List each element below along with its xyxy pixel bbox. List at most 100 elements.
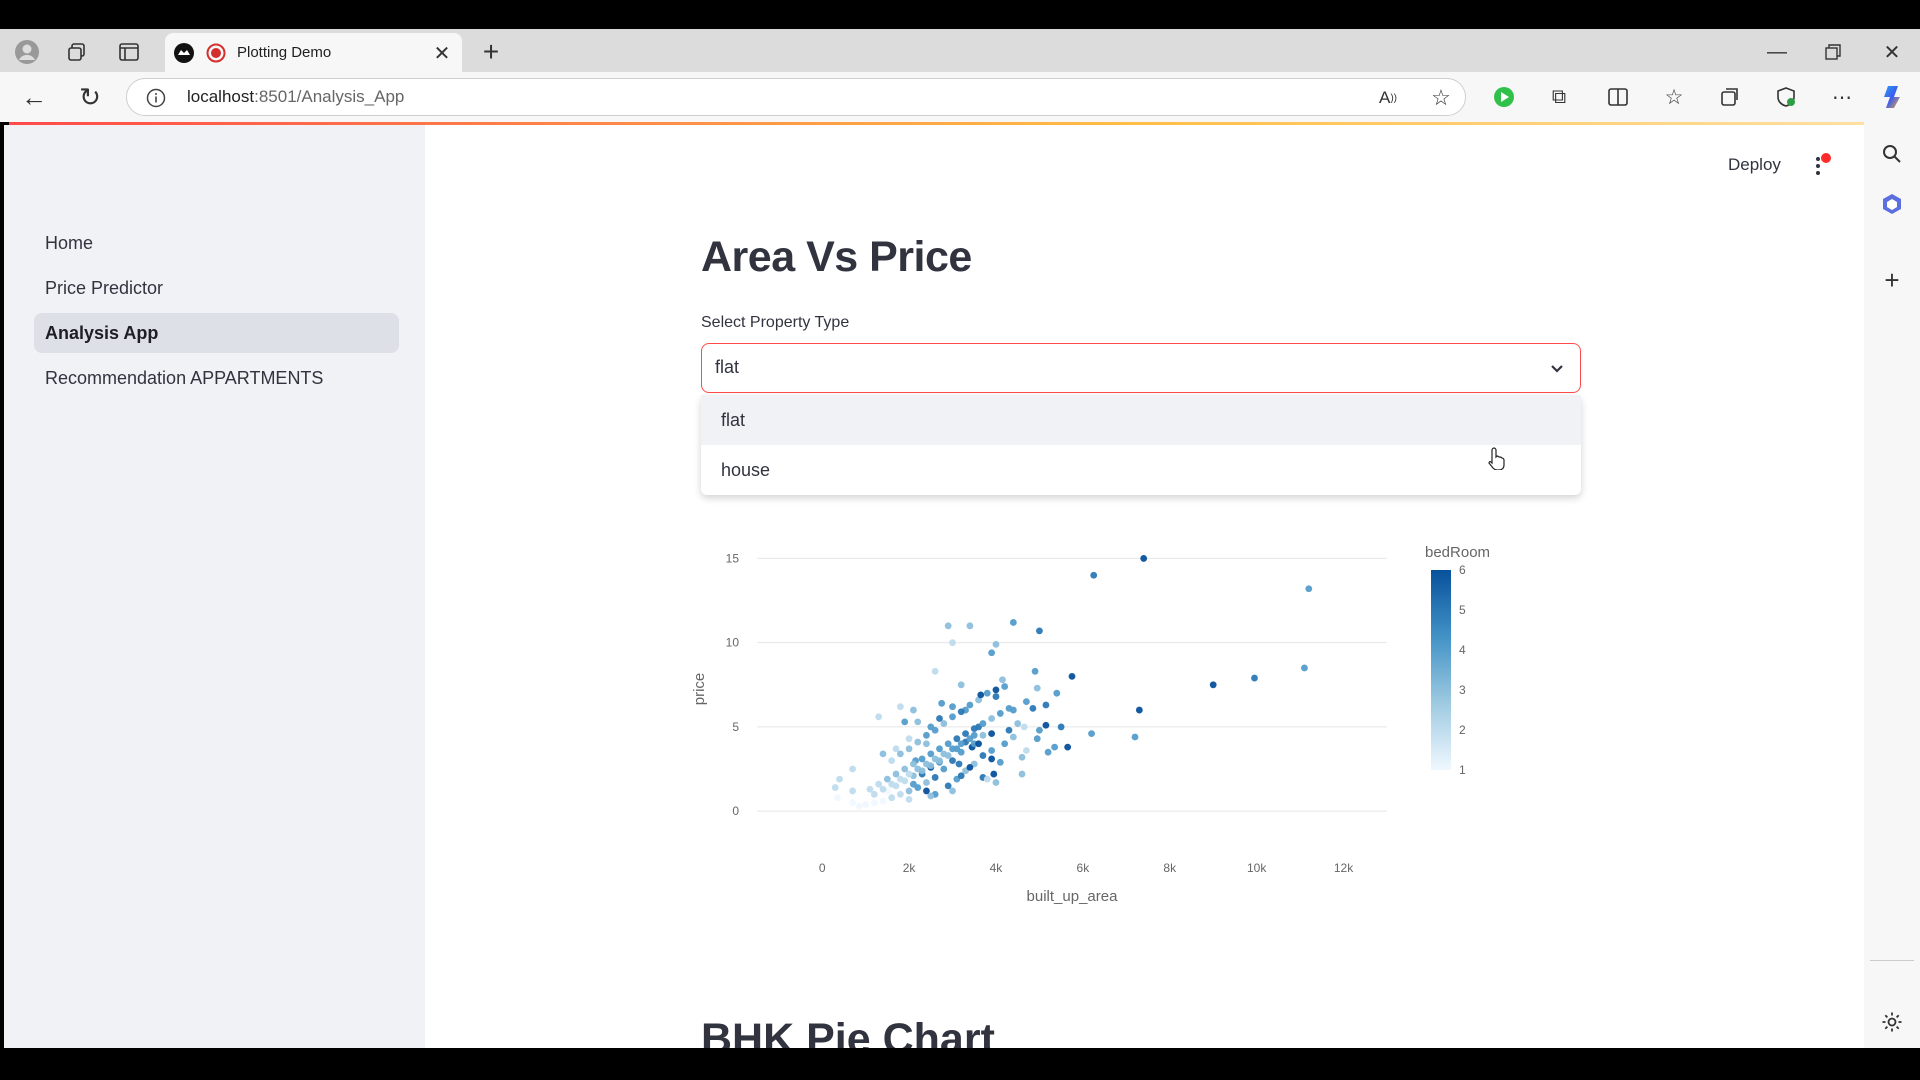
data-point (977, 691, 985, 699)
data-point (870, 790, 878, 798)
data-point (910, 780, 917, 788)
colorbar (1431, 570, 1451, 770)
favorite-star-icon[interactable]: ☆ (1428, 85, 1454, 111)
tab-plotting-demo[interactable]: Plotting Demo ✕ (165, 33, 462, 72)
data-point (990, 770, 998, 778)
add-icon[interactable]: + (1876, 264, 1908, 296)
data-point (975, 740, 982, 748)
close-tab-icon[interactable]: ✕ (432, 43, 452, 65)
data-point (1001, 740, 1009, 748)
data-point (983, 775, 991, 783)
back-icon[interactable]: ← (18, 82, 50, 112)
browser-essentials-icon[interactable] (1772, 83, 1800, 111)
scatter-plot-svg[interactable]: 0510150 2k 4k 6k 8k 10k 12kbuilt_up_areaprice … (687, 530, 1587, 990)
data-point (988, 715, 996, 722)
data-point (836, 775, 843, 783)
colorbar-title: bedRoom (1425, 544, 1490, 561)
chevron-down-icon[interactable] (1546, 357, 1568, 379)
data-point (896, 750, 904, 758)
data-point (888, 757, 896, 765)
data-point (1018, 753, 1026, 761)
select-dropdown-menu: flat house (701, 395, 1581, 495)
profile-icon[interactable] (12, 37, 42, 67)
collections-icon[interactable] (1716, 83, 1744, 111)
y-axis-label: price (691, 673, 708, 706)
data-point (966, 622, 974, 630)
restore-icon[interactable] (1818, 37, 1848, 67)
workspaces-icon[interactable] (62, 37, 92, 67)
minimize-icon[interactable]: — (1762, 37, 1792, 67)
search-icon[interactable] (1876, 138, 1908, 170)
data-point (931, 667, 939, 675)
sidebar-item-analysis-app[interactable]: Analysis App (34, 313, 399, 353)
data-point (901, 718, 909, 726)
main-content: Deploy Area Vs Price Select Property Typ… (425, 125, 1864, 1048)
sidebar-item-price-predictor[interactable]: Price Predictor (34, 268, 399, 308)
data-point (979, 731, 987, 739)
sidebar-item-recommendation[interactable]: Recommendation APPARTMENTS (34, 358, 399, 398)
data-point (849, 799, 856, 807)
data-point (1022, 698, 1030, 706)
data-point (992, 640, 1000, 648)
data-point (1301, 664, 1308, 672)
sidebar-item-home[interactable]: Home (34, 223, 399, 263)
data-point (879, 785, 887, 793)
address-bar[interactable]: localhost:8501/Analysis_App A)) ☆ (126, 78, 1466, 116)
deploy-button[interactable]: Deploy (1728, 155, 1781, 175)
data-point (914, 765, 922, 773)
data-point (979, 752, 987, 759)
copilot-icon[interactable] (1878, 81, 1910, 113)
data-point (1009, 706, 1017, 714)
x-tick-label: 8k (1163, 861, 1177, 875)
tab-bar: Plotting Demo ✕ + — ✕ (0, 29, 1920, 72)
data-point (992, 693, 1000, 700)
option-house[interactable]: house (701, 445, 1581, 495)
favorites-icon[interactable]: ☆ (1660, 83, 1688, 111)
data-point (888, 794, 896, 802)
area-vs-price-chart[interactable]: 0 5 10 15 0 2k 4k 6k 8k 10k 12k built_up_area price … (687, 530, 1587, 995)
settings-gear-icon[interactable] (1876, 1006, 1908, 1038)
data-point (914, 738, 922, 746)
data-point (979, 720, 987, 727)
streamlit-page: Home Price Predictor Analysis App Recomm… (4, 125, 1864, 1048)
refresh-icon[interactable]: ↻ (74, 82, 106, 112)
colorbar-tick-label: 2 (1459, 723, 1466, 737)
data-point (1044, 748, 1052, 756)
site-info-icon[interactable] (145, 87, 167, 109)
office-icon[interactable] (1876, 188, 1908, 220)
new-tab-icon[interactable]: + (476, 36, 506, 67)
tab-title: Plotting Demo (237, 44, 332, 61)
vertical-tabs-icon[interactable] (114, 37, 144, 67)
data-point (957, 708, 965, 716)
property-type-select[interactable]: flat (701, 343, 1581, 393)
colorbar-tick-label: 5 (1459, 603, 1466, 617)
x-tick-label: 6k (1077, 861, 1091, 875)
data-point (1131, 733, 1139, 741)
split-screen-icon[interactable] (1604, 83, 1632, 111)
extensions-puzzle-icon[interactable]: ⧉ (1545, 83, 1573, 111)
option-flat[interactable]: flat (701, 395, 1581, 445)
data-point (833, 794, 841, 802)
main-menu-icon[interactable] (1810, 152, 1834, 180)
x-tick-label: 0 (819, 861, 826, 875)
data-point (1009, 733, 1017, 741)
y-tick-label: 10 (726, 636, 740, 650)
url-host: localhost (187, 87, 255, 106)
x-tick-label: 2k (903, 861, 917, 875)
data-point (1020, 723, 1028, 731)
data-point (992, 779, 1000, 786)
data-point (849, 787, 856, 795)
tab-favicon-icon (173, 42, 195, 64)
colorbar-tick-label: 3 (1459, 683, 1466, 697)
data-point (983, 689, 991, 697)
y-tick-label: 5 (732, 720, 739, 734)
read-aloud-icon[interactable]: A)) (1375, 86, 1401, 110)
data-point (1140, 555, 1148, 562)
close-window-icon[interactable]: ✕ (1877, 37, 1907, 67)
data-point (1031, 667, 1039, 675)
data-point (996, 758, 1004, 766)
colorbar-tick-label: 6 (1459, 563, 1466, 577)
data-point (931, 726, 939, 734)
extension-green-icon[interactable] (1490, 83, 1518, 111)
more-menu-icon[interactable]: ⋯ (1828, 83, 1856, 111)
